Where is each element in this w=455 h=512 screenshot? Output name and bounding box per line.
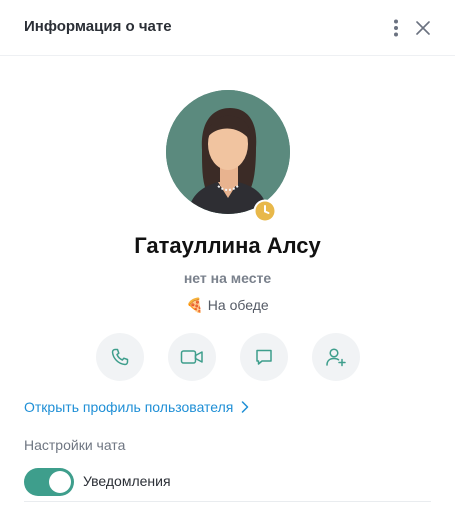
- toggle-knob: [49, 471, 71, 493]
- notifications-label: Уведомления: [83, 473, 171, 489]
- avatar-container: [166, 90, 290, 214]
- user-name: Гатауллина Алсу: [134, 233, 321, 258]
- pizza-icon: 🍕: [186, 297, 204, 313]
- add-user-button[interactable]: [312, 333, 360, 381]
- close-button[interactable]: [411, 16, 435, 40]
- close-icon: [416, 21, 430, 35]
- notifications-toggle[interactable]: [24, 468, 74, 496]
- chat-info-panel: Информация о чате Гатауллина Алсу нет на…: [0, 0, 455, 512]
- chat-settings-title: Настройки чата: [24, 437, 126, 453]
- more-menu-button[interactable]: [384, 16, 408, 40]
- chat-bubble-icon: [256, 349, 272, 365]
- video-call-button[interactable]: [168, 333, 216, 381]
- custom-status: 🍕 На обеде: [0, 297, 455, 314]
- more-vertical-icon: [394, 19, 398, 37]
- chevron-right-icon: [242, 401, 249, 413]
- phone-icon: [111, 348, 129, 366]
- avatar[interactable]: [166, 90, 290, 214]
- panel-title: Информация о чате: [24, 18, 172, 35]
- open-profile-link-label: Открыть профиль пользователя: [24, 399, 234, 415]
- custom-status-text: На обеде: [207, 297, 269, 313]
- avatar-illustration-icon: [166, 90, 290, 214]
- notifications-setting: Уведомления: [24, 468, 431, 502]
- clock-icon: [253, 199, 277, 223]
- message-button[interactable]: [240, 333, 288, 381]
- call-button[interactable]: [96, 333, 144, 381]
- add-user-icon: [326, 348, 346, 367]
- user-presence-status: нет на месте: [183, 270, 272, 286]
- panel-header: Информация о чате: [0, 0, 455, 56]
- open-profile-link[interactable]: Открыть профиль пользователя: [24, 399, 249, 415]
- video-camera-icon: [180, 350, 203, 364]
